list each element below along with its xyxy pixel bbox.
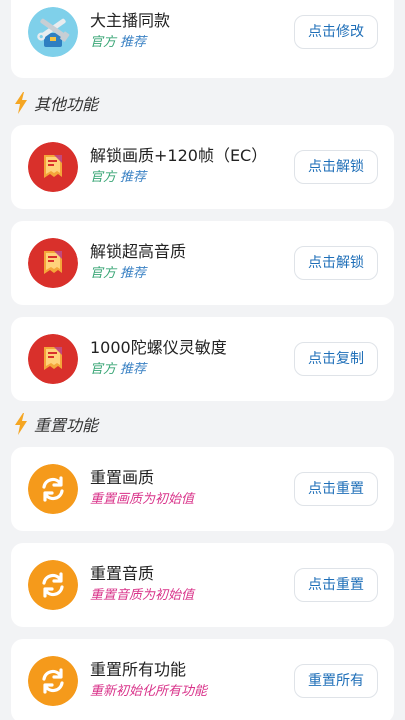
reset-subtitle: 重置音质为初始值 — [90, 588, 195, 603]
reset-title: 重置所有功能 — [90, 660, 187, 679]
reset-card-audio: 重置音质 重置音质为初始值 点击重置 — [11, 543, 394, 627]
feature-title: 1000陀螺仪灵敏度 — [90, 338, 227, 357]
lightning-icon — [15, 92, 27, 114]
reset-audio-button[interactable]: 点击重置 — [294, 568, 378, 602]
modify-button[interactable]: 点击修改 — [294, 15, 378, 49]
section-header-reset: 重置功能 — [14, 412, 98, 436]
ticket-icon — [28, 142, 78, 192]
feature-card-unlock-audio: 解锁超高音质 官方 推荐 点击解锁 — [11, 221, 394, 305]
feature-card-streamer: 大主播同款 官方 推荐 点击修改 — [11, 0, 394, 78]
recommend-tag: 推荐 — [120, 170, 147, 185]
reset-all-button[interactable]: 重置所有 — [294, 664, 378, 698]
feature-tags: 官方 推荐 — [90, 361, 146, 379]
copy-gyro-button[interactable]: 点击复制 — [294, 342, 378, 376]
reset-title: 重置音质 — [90, 564, 155, 583]
reset-subtitle: 重新初始化所有功能 — [90, 684, 208, 699]
unlock-quality-button[interactable]: 点击解锁 — [294, 150, 378, 184]
recommend-tag: 推荐 — [120, 35, 147, 50]
refresh-icon — [28, 464, 78, 514]
feature-tags: 官方 推荐 — [90, 34, 146, 52]
recommend-tag: 推荐 — [120, 362, 147, 377]
section-header-other: 其他功能 — [14, 91, 98, 115]
ticket-icon — [28, 238, 78, 288]
feature-title: 大主播同款 — [90, 11, 171, 30]
refresh-icon — [28, 560, 78, 610]
feature-title: 解锁超高音质 — [90, 242, 187, 261]
refresh-icon — [28, 656, 78, 706]
feature-tags: 官方 推荐 — [90, 169, 146, 187]
reset-title: 重置画质 — [90, 468, 155, 487]
feature-card-gyro: 1000陀螺仪灵敏度 官方 推荐 点击复制 — [11, 317, 394, 401]
ticket-icon — [28, 334, 78, 384]
feature-card-unlock-quality: 解锁画质+120帧（EC） 官方 推荐 点击解锁 — [11, 125, 394, 209]
section-title: 其他功能 — [34, 95, 99, 114]
reset-card-all: 重置所有功能 重新初始化所有功能 重置所有 — [11, 639, 394, 720]
page: 大主播同款 官方 推荐 点击修改 其他功能 解锁画质+120帧（EC） 官方 推荐 — [0, 0, 405, 720]
official-tag: 官方 — [90, 266, 117, 281]
official-tag: 官方 — [90, 35, 117, 50]
reset-quality-button[interactable]: 点击重置 — [294, 472, 378, 506]
unlock-audio-button[interactable]: 点击解锁 — [294, 246, 378, 280]
lightning-icon — [15, 413, 27, 435]
reset-subtitle: 重置画质为初始值 — [90, 492, 195, 507]
feature-title: 解锁画质+120帧（EC） — [90, 146, 268, 165]
feature-tags: 官方 推荐 — [90, 265, 146, 283]
official-tag: 官方 — [90, 362, 117, 377]
tools-icon — [28, 7, 78, 57]
section-title: 重置功能 — [34, 416, 99, 435]
recommend-tag: 推荐 — [120, 266, 147, 281]
official-tag: 官方 — [90, 170, 117, 185]
reset-card-quality: 重置画质 重置画质为初始值 点击重置 — [11, 447, 394, 531]
